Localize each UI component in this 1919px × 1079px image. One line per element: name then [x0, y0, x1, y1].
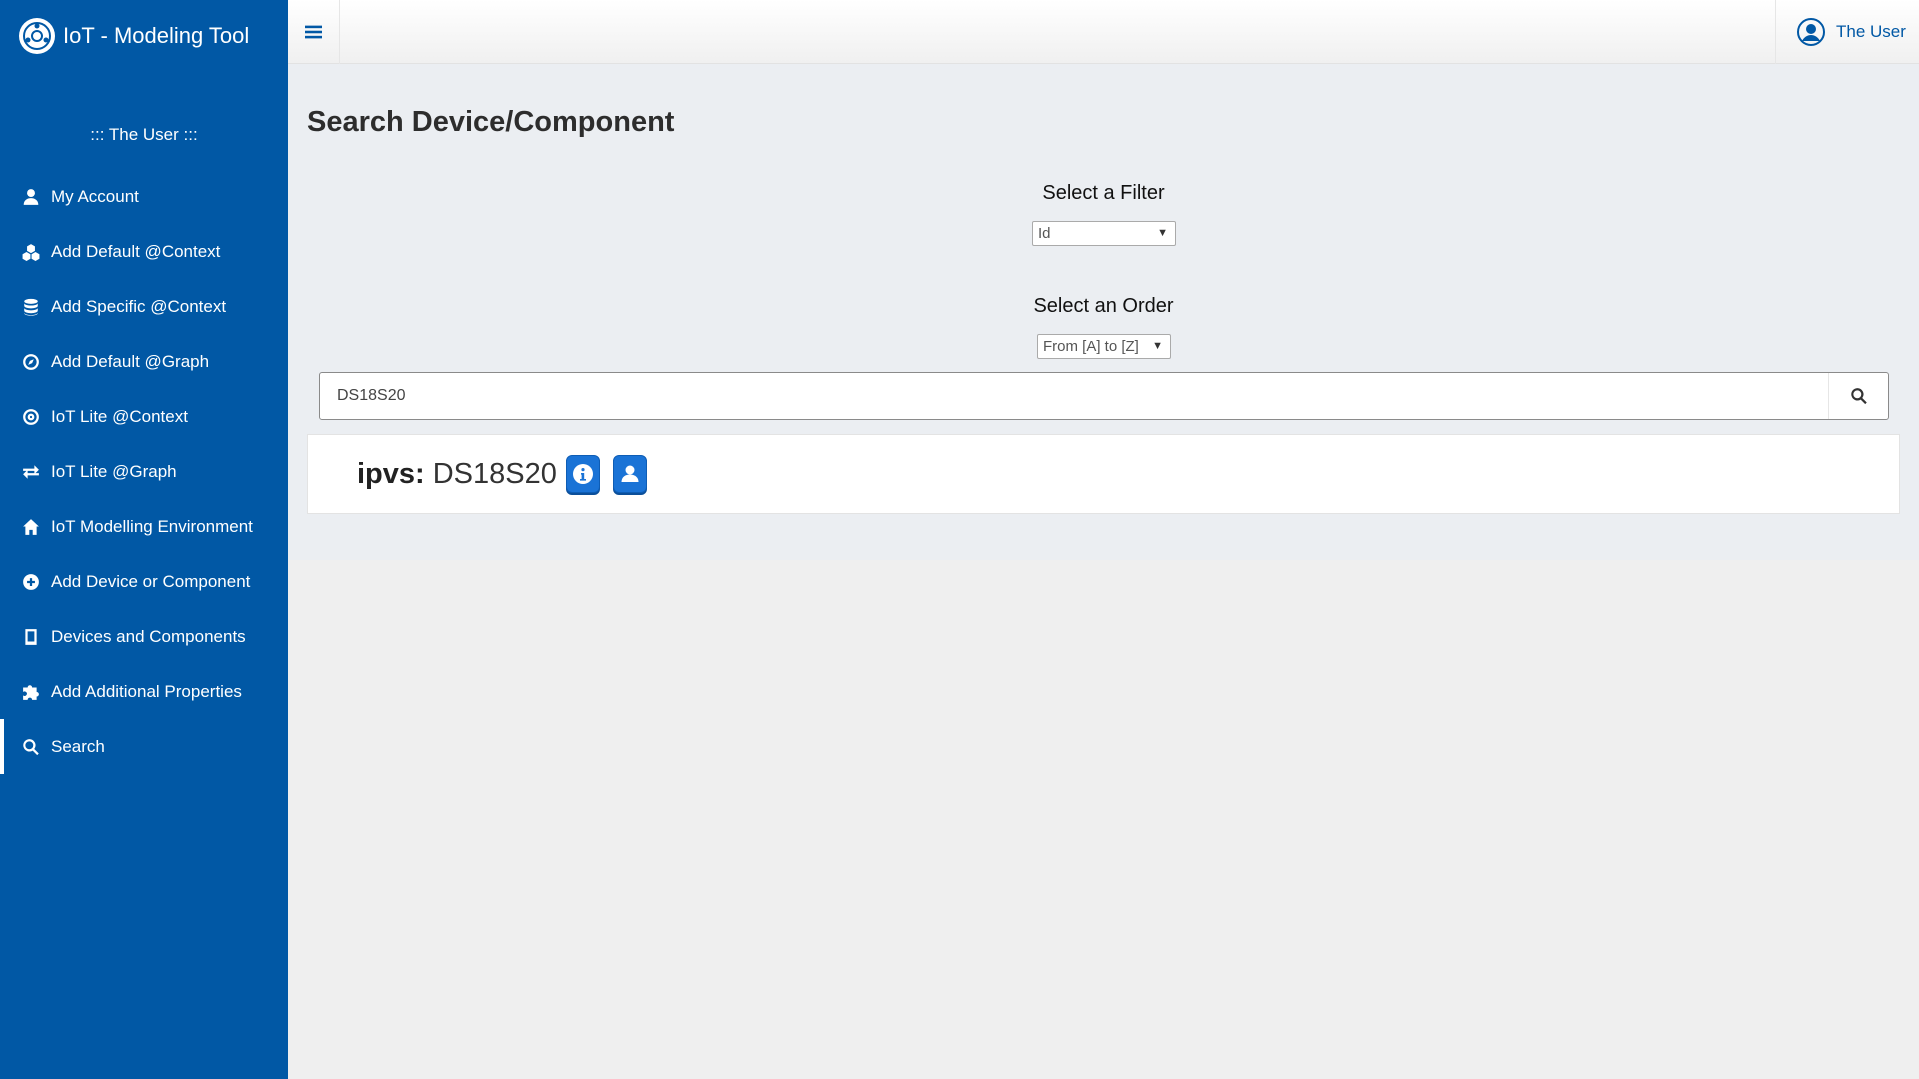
filter-label: Select a Filter [1042, 182, 1165, 204]
plus-circle-icon [21, 572, 40, 591]
topbar: The User [288, 0, 1919, 64]
sidebar-item-add-default-graph[interactable]: Add Default @Graph [0, 334, 288, 389]
sidebar-item-iot-modelling-environment[interactable]: IoT Modelling Environment [0, 499, 288, 554]
user-icon [21, 187, 40, 206]
sidebar-item-devices-and-components[interactable]: Devices and Components [0, 609, 288, 664]
sidebar-item-label: Search [51, 736, 105, 756]
home-icon [21, 517, 40, 536]
iot-logo-icon [19, 18, 55, 54]
sidebar-nav: My Account Add Default @Context Add Spec… [0, 169, 288, 774]
sidebar-item-search[interactable]: Search [0, 719, 288, 774]
sidebar: IoT - Modeling Tool ::: The User ::: My … [0, 0, 288, 1079]
sidebar-item-label: Add Default @Context [51, 241, 221, 261]
exchange-icon [21, 462, 40, 481]
user-icon [621, 465, 639, 482]
sidebar-item-label: Add Specific @Context [51, 296, 227, 316]
sidebar-item-iot-lite-context[interactable]: IoT Lite @Context [0, 389, 288, 444]
sidebar-user-name: ::: The User ::: [90, 125, 198, 144]
sidebar-item-label: IoT Modelling Environment [51, 516, 253, 536]
order-select-value: From [A] to [Z] [1043, 338, 1139, 355]
page-title: Search Device/Component [307, 106, 675, 138]
app-title: IoT - Modeling Tool [63, 23, 250, 48]
user-menu[interactable]: The User [1775, 0, 1919, 64]
chevron-down-icon: ▼ [1157, 227, 1168, 239]
search-box [319, 372, 1889, 420]
sidebar-item-add-device-or-component[interactable]: Add Device or Component [0, 554, 288, 609]
tablet-icon [21, 627, 40, 646]
cubes-icon [21, 242, 40, 261]
sidebar-item-my-account[interactable]: My Account [0, 169, 288, 224]
hamburger-icon [305, 25, 322, 39]
owner-button[interactable] [612, 455, 647, 493]
sidebar-item-label: Add Device or Component [51, 571, 251, 591]
search-icon [21, 737, 40, 756]
sidebar-item-add-additional-properties[interactable]: Add Additional Properties [0, 664, 288, 719]
order-select[interactable]: From [A] to [Z] ▼ [1037, 334, 1171, 359]
filter-select[interactable]: Id ▼ [1032, 221, 1176, 246]
compass-icon [21, 352, 40, 371]
puzzle-icon [21, 682, 40, 701]
sidebar-item-label: IoT Lite @Graph [51, 461, 177, 481]
filter-select-value: Id [1038, 225, 1051, 242]
main-content: Search Device/Component Select a Filter … [288, 64, 1919, 560]
sidebar-item-label: Add Additional Properties [51, 681, 242, 701]
bullseye-icon [21, 407, 40, 426]
user-avatar-icon [1797, 18, 1825, 46]
result-name: DS18S20 [432, 457, 557, 490]
result-prefix: ipvs: [357, 457, 425, 490]
info-button[interactable] [565, 455, 600, 493]
search-icon [1850, 388, 1867, 405]
search-result-item: ipvs: DS18S20 [307, 434, 1900, 514]
database-icon [21, 297, 40, 316]
sidebar-item-add-default-context[interactable]: Add Default @Context [0, 224, 288, 279]
topbar-user-name: The User [1836, 22, 1906, 41]
sidebar-item-add-specific-context[interactable]: Add Specific @Context [0, 279, 288, 334]
sidebar-item-label: Add Default @Graph [51, 351, 210, 371]
sidebar-item-label: My Account [51, 186, 139, 206]
order-label: Select an Order [1033, 295, 1174, 317]
sidebar-item-iot-lite-graph[interactable]: IoT Lite @Graph [0, 444, 288, 499]
info-icon [572, 464, 593, 484]
hamburger-menu-button[interactable] [288, 0, 340, 64]
brand[interactable]: IoT - Modeling Tool [0, 0, 288, 72]
search-button[interactable] [1828, 373, 1888, 419]
chevron-down-icon: ▼ [1152, 340, 1163, 352]
sidebar-item-label: IoT Lite @Context [51, 406, 188, 426]
sidebar-item-label: Devices and Components [51, 626, 246, 646]
search-input[interactable] [320, 373, 1820, 419]
